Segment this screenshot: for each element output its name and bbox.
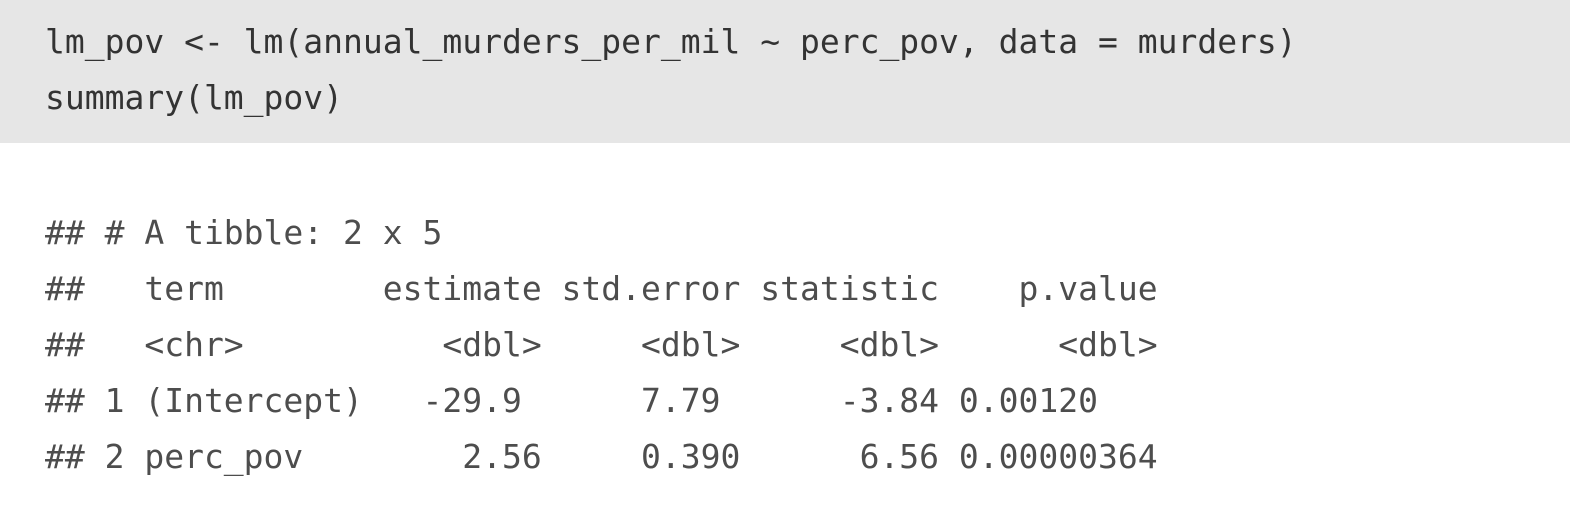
output-row: ## 2 perc_pov 2.56 0.390 6.56 0.00000364 <box>45 437 1158 476</box>
code-line: summary(lm_pov) <box>45 78 344 117</box>
code-line: lm_pov <- lm(annual_murders_per_mil ~ pe… <box>45 22 1297 61</box>
output-column-names: ## term estimate std.error statistic p.v… <box>45 269 1158 308</box>
output-column-types: ## <chr> <dbl> <dbl> <dbl> <dbl> <box>45 325 1158 364</box>
output-header-line: ## # A tibble: 2 x 5 <box>45 213 443 252</box>
code-block: lm_pov <- lm(annual_murders_per_mil ~ pe… <box>0 0 1570 143</box>
output-row: ## 1 (Intercept) -29.9 7.79 -3.84 0.0012… <box>45 381 1098 420</box>
